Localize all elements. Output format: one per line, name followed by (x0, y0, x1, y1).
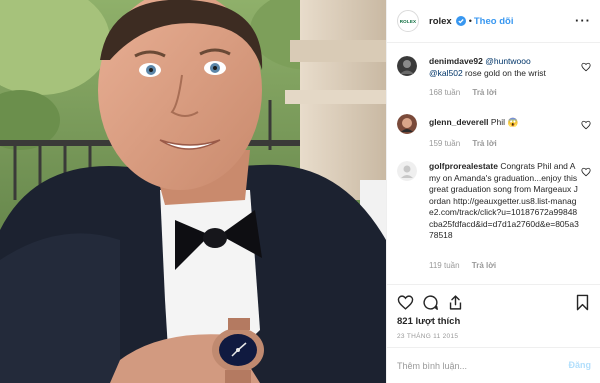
account-username[interactable]: rolex (429, 16, 452, 27)
post-photo-image (0, 0, 386, 383)
share-icon[interactable] (447, 294, 464, 311)
comment-like-heart-icon[interactable] (581, 62, 591, 72)
post-details-panel: ROLEX rolex • Theo dõi ··· denimdave92 @… (386, 0, 600, 383)
account-avatar[interactable]: ROLEX (397, 10, 419, 32)
comment-avatar[interactable] (397, 161, 417, 181)
bookmark-icon[interactable] (574, 294, 591, 311)
like-count[interactable]: 821 lượt thích (397, 316, 460, 327)
comment-item: denimdave92 @huntwooo @kal502 rose gold … (397, 56, 593, 106)
post-comment-button[interactable]: Đăng (569, 360, 592, 370)
comment-content: Phil (488, 117, 508, 127)
comment-like-heart-icon[interactable] (581, 167, 591, 177)
comments-list[interactable]: denimdave92 @huntwooo @kal502 rose gold … (387, 44, 600, 284)
comment-text: glenn_deverell Phil 😱 (429, 117, 579, 129)
add-comment-input[interactable] (397, 358, 557, 374)
comment-like-heart-icon[interactable] (581, 120, 591, 130)
comment-username[interactable]: denimdave92 (429, 56, 483, 66)
comment-content: rose gold on the wrist (462, 67, 546, 78)
comment-item: golfprorealestate Congrats Phil and Amy … (397, 161, 593, 281)
post-photo[interactable] (0, 0, 386, 383)
more-options-icon[interactable]: ··· (575, 13, 591, 28)
header-separator: • (468, 16, 472, 26)
follow-button[interactable]: Theo dõi (474, 16, 514, 27)
comment-meta: 119 tuần Trả lời (429, 261, 496, 270)
verified-badge-icon (455, 16, 466, 26)
comment-time[interactable]: 119 tuần (429, 261, 460, 270)
comment-item: glenn_deverell Phil 😱 159 tuần Trả lời (397, 114, 593, 154)
comment-time[interactable]: 168 tuần (429, 88, 460, 97)
comment-avatar[interactable] (397, 56, 417, 76)
account-avatar-text: ROLEX (399, 18, 417, 24)
post-date: 23 THÁNG 11 2015 (397, 333, 459, 340)
comment-username[interactable]: glenn_deverell (429, 117, 489, 127)
post-header: ROLEX rolex • Theo dõi ··· (387, 0, 600, 43)
reply-button[interactable]: Trả lời (472, 139, 496, 148)
comment-time[interactable]: 159 tuần (429, 139, 460, 148)
comment-icon[interactable] (422, 294, 439, 311)
add-comment-bar: Đăng (387, 347, 600, 383)
comment-meta: 168 tuần Trả lời (429, 88, 497, 97)
comment-mention[interactable]: @kal502 (429, 68, 463, 78)
comment-username[interactable]: golfprorealestate (429, 161, 498, 171)
reply-button[interactable]: Trả lời (472, 88, 496, 97)
comment-text: denimdave92 @huntwooo @kal502 rose gold … (429, 56, 579, 79)
reply-button[interactable]: Trả lời (472, 261, 496, 270)
emoji-scream: 😱 (507, 117, 519, 127)
comment-avatar[interactable] (397, 114, 417, 134)
heart-icon[interactable] (397, 294, 414, 311)
comment-content: Congrats Phil and Amy on Amanda's gradua… (429, 161, 579, 240)
comment-meta: 159 tuần Trả lời (429, 139, 497, 148)
comment-mention[interactable]: @huntwooo (485, 56, 531, 66)
comment-text: golfprorealestate Congrats Phil and Amy … (429, 161, 579, 242)
